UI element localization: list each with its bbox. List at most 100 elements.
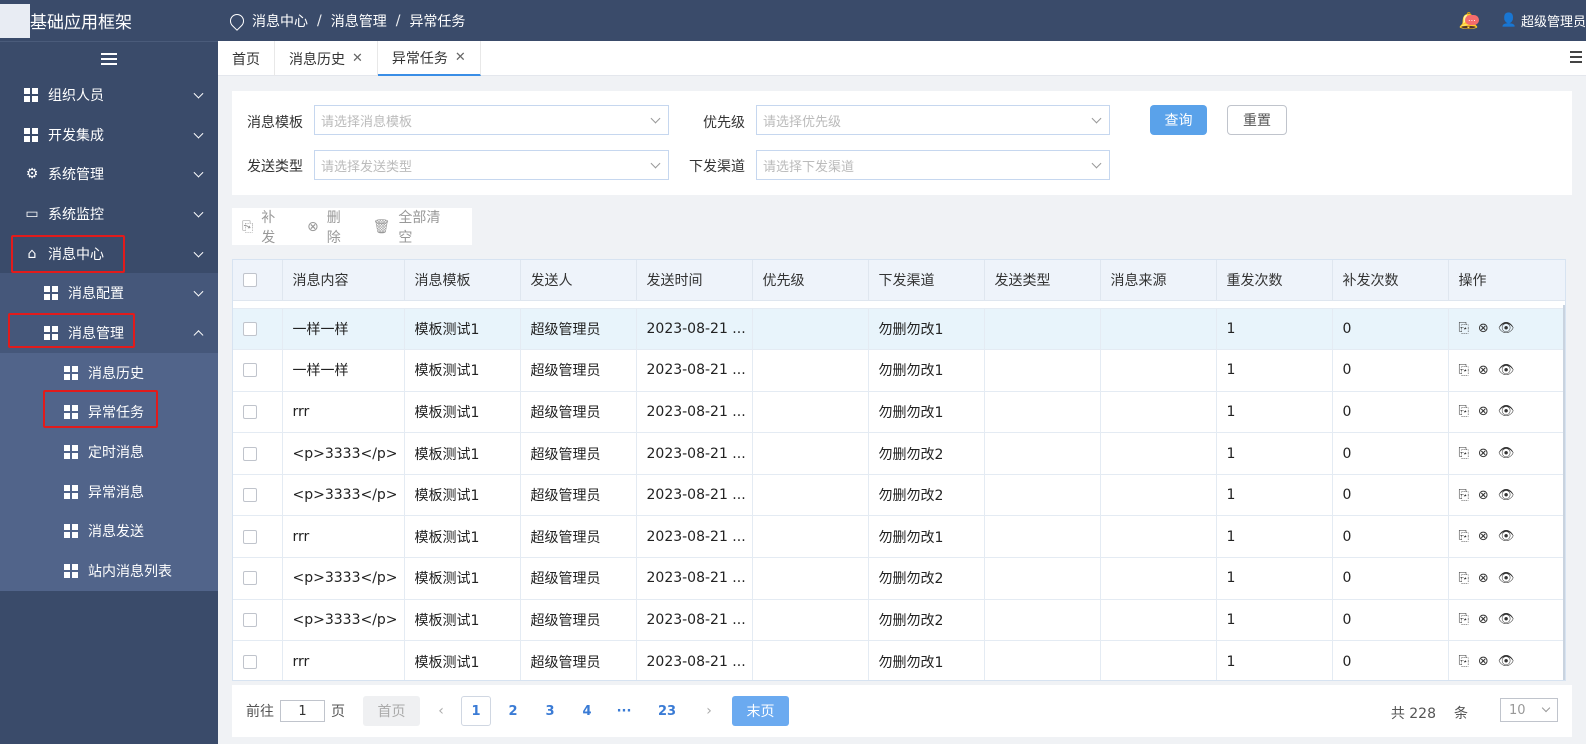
- notification-bell-icon[interactable]: 🔔...: [1459, 11, 1479, 30]
- row-select-cell: [233, 640, 283, 680]
- row-checkbox[interactable]: [243, 404, 257, 419]
- eye-icon[interactable]: 👁: [1498, 446, 1515, 461]
- clear-all-button[interactable]: 🗑 全部清空: [373, 207, 454, 247]
- page-number[interactable]: 23: [646, 696, 688, 726]
- eye-icon[interactable]: 👁: [1498, 654, 1515, 669]
- close-circle-icon[interactable]: ⊗: [1478, 363, 1489, 378]
- row-checkbox[interactable]: [243, 529, 257, 544]
- close-icon[interactable]: ✕: [352, 51, 363, 66]
- chevron-down-icon: [1091, 158, 1102, 169]
- sidebar-item-message-manage[interactable]: 消息管理: [0, 313, 218, 353]
- resend-icon[interactable]: ⎘: [1459, 612, 1469, 627]
- resend-icon[interactable]: ⎘: [1459, 488, 1469, 503]
- goto-page-input[interactable]: 1: [280, 700, 325, 722]
- table-cell: 2023-08-21 ...: [636, 640, 753, 680]
- sidebar-item-scheduled-message[interactable]: 定时消息: [0, 432, 218, 472]
- reset-button[interactable]: 重置: [1227, 105, 1287, 135]
- row-select-cell: [233, 515, 283, 559]
- table-row[interactable]: rrr 模板测试1 超级管理员 2023-08-21 ... 勿删勿改1 1 0 ⎘ ⊗ 👁: [233, 515, 1565, 559]
- table-row[interactable]: rrr 模板测试1 超级管理员 2023-08-21 ... 勿删勿改1 1 0 ⎘ ⊗ 👁: [233, 391, 1565, 434]
- resend-icon[interactable]: ⎘: [1459, 446, 1469, 461]
- page-number[interactable]: 2: [498, 696, 528, 726]
- send-type-select[interactable]: 请选择发送类型: [314, 150, 669, 180]
- delete-button[interactable]: ⊗ 删除: [307, 207, 355, 247]
- resend-icon[interactable]: ⎘: [1459, 321, 1469, 336]
- tab-message-history[interactable]: 消息历史 ✕: [275, 41, 378, 76]
- table-row[interactable]: <p>3333</p> 模板测试1 超级管理员 2023-08-21 ... 勿删勿改2…: [233, 432, 1565, 475]
- page-number[interactable]: 1: [461, 696, 491, 726]
- page-size-select[interactable]: 10: [1500, 698, 1558, 722]
- close-circle-icon[interactable]: ⊗: [1478, 571, 1489, 586]
- prev-page-icon[interactable]: ‹: [428, 703, 454, 719]
- close-circle-icon[interactable]: ⊗: [1478, 321, 1489, 336]
- sidebar-item-monitor[interactable]: ▭ 系统监控: [0, 194, 218, 234]
- sidebar-item-exception-task[interactable]: 异常任务: [0, 393, 218, 433]
- user-menu[interactable]: 👤 超级管理员: [1501, 11, 1586, 30]
- sidebar-item-exception-message[interactable]: 异常消息: [0, 472, 218, 512]
- page-number[interactable]: 4: [572, 696, 602, 726]
- table-cell: [1100, 474, 1217, 517]
- table-cell: 勿删勿改2: [868, 557, 985, 600]
- eye-icon[interactable]: 👁: [1498, 529, 1515, 544]
- table-cell: [984, 640, 1101, 680]
- eye-icon[interactable]: 👁: [1498, 321, 1515, 336]
- eye-icon[interactable]: 👁: [1498, 571, 1515, 586]
- sidebar-item-org[interactable]: 组织人员: [0, 75, 218, 115]
- resend-icon[interactable]: ⎘: [1459, 363, 1469, 378]
- template-select[interactable]: 请选择消息模板: [314, 105, 669, 135]
- close-circle-icon[interactable]: ⊗: [1478, 404, 1489, 419]
- menu-toggle-button[interactable]: [0, 41, 218, 75]
- priority-select[interactable]: 请选择优先级: [756, 105, 1110, 135]
- close-circle-icon[interactable]: ⊗: [1478, 612, 1489, 627]
- last-page-button[interactable]: 末页: [732, 696, 789, 726]
- resend-icon[interactable]: ⎘: [1459, 404, 1469, 419]
- table-cell: [984, 308, 1101, 351]
- close-circle-icon[interactable]: ⊗: [1478, 488, 1489, 503]
- table-cell: 模板测试1: [404, 599, 521, 642]
- sidebar-item-message-center[interactable]: ⌂ 消息中心: [0, 234, 218, 274]
- table-row[interactable]: 一样一样 模板测试1 超级管理员 2023-08-21 ... 勿删勿改1 1 0 ⎘ ⊗ 👁: [233, 308, 1565, 351]
- sidebar-item-system[interactable]: ⚙ 系统管理: [0, 154, 218, 194]
- tab-home[interactable]: 首页: [218, 41, 275, 76]
- channel-select[interactable]: 请选择下发渠道: [756, 150, 1110, 180]
- table-row[interactable]: 一样一样 模板测试1 超级管理员 2023-08-21 ... 勿删勿改1 1 0 ⎘ ⊗ 👁: [233, 349, 1565, 392]
- row-checkbox[interactable]: [243, 363, 257, 378]
- row-checkbox[interactable]: [243, 446, 257, 461]
- row-checkbox[interactable]: [243, 571, 257, 586]
- eye-icon[interactable]: 👁: [1498, 404, 1515, 419]
- resend-icon[interactable]: ⎘: [1459, 654, 1469, 669]
- breadcrumb-item[interactable]: 消息管理: [331, 11, 387, 31]
- page-number[interactable]: 3: [535, 696, 565, 726]
- tab-exception-task[interactable]: 异常任务 ✕: [377, 41, 481, 76]
- sidebar-item-dev[interactable]: 开发集成: [0, 115, 218, 155]
- table-row[interactable]: <p>3333</p> 模板测试1 超级管理员 2023-08-21 ... 勿删勿改2…: [233, 557, 1565, 600]
- select-all-checkbox[interactable]: [243, 272, 257, 287]
- page-ellipsis[interactable]: ···: [609, 696, 639, 726]
- tabs-menu-icon[interactable]: [1570, 51, 1582, 63]
- row-checkbox[interactable]: [243, 612, 257, 627]
- sidebar-item-message-history[interactable]: 消息历史: [0, 353, 218, 393]
- sidebar-item-message-send[interactable]: 消息发送: [0, 512, 218, 552]
- breadcrumb-item[interactable]: 消息中心: [252, 11, 308, 31]
- eye-icon[interactable]: 👁: [1498, 363, 1515, 378]
- next-page-icon[interactable]: ›: [696, 703, 722, 719]
- row-checkbox[interactable]: [243, 654, 257, 669]
- close-circle-icon[interactable]: ⊗: [1478, 529, 1489, 544]
- table-row[interactable]: <p>3333</p> 模板测试1 超级管理员 2023-08-21 ... 勿删勿改2…: [233, 474, 1565, 517]
- sidebar-item-inbox-list[interactable]: 站内消息列表: [0, 551, 218, 591]
- resend-icon[interactable]: ⎘: [1459, 571, 1469, 586]
- eye-icon[interactable]: 👁: [1498, 612, 1515, 627]
- row-checkbox[interactable]: [243, 321, 257, 336]
- close-icon[interactable]: ✕: [455, 50, 466, 65]
- row-checkbox[interactable]: [243, 488, 257, 503]
- table-row[interactable]: <p>3333</p> 模板测试1 超级管理员 2023-08-21 ... 勿删勿改2…: [233, 599, 1565, 642]
- query-button[interactable]: 查询: [1150, 105, 1207, 135]
- resend-button[interactable]: ⎘ 补发: [242, 207, 289, 247]
- close-circle-icon[interactable]: ⊗: [1478, 654, 1489, 669]
- resend-icon[interactable]: ⎘: [1459, 529, 1469, 544]
- first-page-button[interactable]: 首页: [363, 696, 420, 726]
- table-row[interactable]: rrr 模板测试1 超级管理员 2023-08-21 ... 勿删勿改1 1 0 ⎘ ⊗ 👁: [233, 640, 1565, 680]
- close-circle-icon[interactable]: ⊗: [1478, 446, 1489, 461]
- sidebar-item-message-config[interactable]: 消息配置: [0, 273, 218, 313]
- eye-icon[interactable]: 👁: [1498, 488, 1515, 503]
